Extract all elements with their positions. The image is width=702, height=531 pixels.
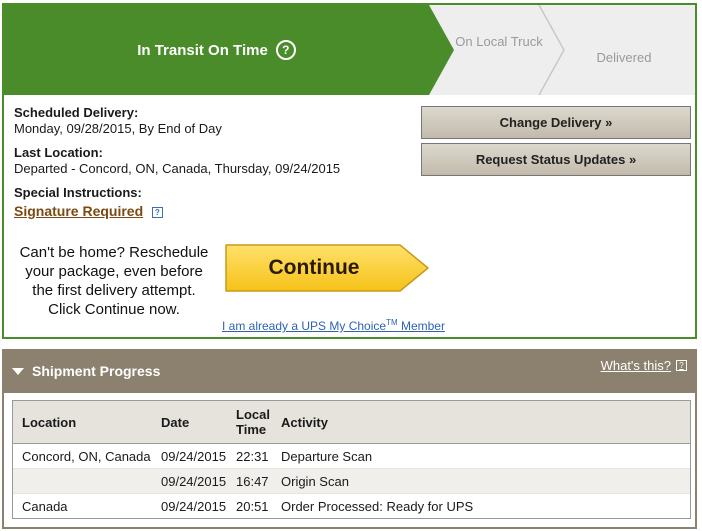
cell-activity: Departure Scan: [281, 448, 373, 464]
delivery-progress-bar: In Transit On Time ? On Local Truck Deli…: [4, 5, 695, 95]
table-row: Canada 09/24/2015 20:51 Order Processed:…: [13, 494, 690, 518]
continue-button[interactable]: Continue: [224, 243, 430, 293]
last-location-label: Last Location:: [14, 145, 103, 160]
column-date: Date: [161, 414, 190, 430]
table-header: Location Date Local Time Activity: [13, 401, 690, 444]
member-link-text-1: I am already a UPS My Choice: [222, 319, 387, 333]
ups-my-choice-member-link[interactable]: I am already a UPS My ChoiceTM Member: [222, 318, 445, 333]
info-icon[interactable]: ?: [151, 207, 163, 219]
member-link-text-2: Member: [397, 319, 445, 333]
help-icon[interactable]: ?: [275, 40, 296, 60]
shipment-progress-title[interactable]: Shipment Progress: [12, 363, 160, 379]
step-in-transit: In Transit On Time ?: [4, 5, 429, 95]
change-delivery-button[interactable]: Change Delivery »: [421, 106, 691, 139]
cell-time: 16:47: [236, 473, 269, 489]
last-location-value: Departed - Concord, ON, Canada, Thursday…: [14, 161, 341, 176]
step-in-transit-label: In Transit On Time: [137, 41, 268, 59]
cell-activity: Order Processed: Ready for UPS: [281, 498, 474, 514]
step-delivered: Delivered: [596, 50, 652, 65]
cell-location: Concord, ON, Canada: [22, 448, 151, 464]
request-status-updates-button[interactable]: Request Status Updates »: [421, 143, 691, 176]
shipment-progress-panel: Shipment Progress What's this? ? Locatio…: [2, 349, 697, 529]
shipment-progress-title-text: Shipment Progress: [32, 363, 161, 379]
step-on-local-truck: On Local Truck: [455, 34, 543, 49]
cell-time: 22:31: [236, 448, 269, 464]
column-activity: Activity: [281, 414, 328, 430]
special-instructions-label: Special Instructions:: [14, 185, 142, 200]
scheduled-delivery-label: Scheduled Delivery:: [14, 105, 139, 120]
cell-date: 09/24/2015: [161, 498, 227, 514]
shipment-progress-table: Location Date Local Time Activity Concor…: [12, 400, 691, 519]
delivery-details: Scheduled Delivery: Monday, 09/28/2015, …: [14, 105, 340, 220]
table-row: 09/24/2015 16:47 Origin Scan: [13, 469, 690, 494]
whats-this-text: What's this?: [600, 358, 671, 373]
table-row: Concord, ON, Canada 09/24/2015 22:31 Dep…: [13, 444, 690, 469]
shipment-progress-header[interactable]: Shipment Progress What's this? ?: [4, 349, 695, 393]
shipment-progress-body: Location Date Local Time Activity Concor…: [4, 393, 695, 527]
collapse-triangle-icon[interactable]: [12, 367, 24, 375]
cell-date: 09/24/2015: [161, 473, 227, 489]
column-location: Location: [22, 414, 77, 430]
info-icon: ?: [676, 360, 687, 371]
signature-required-link[interactable]: Signature Required: [14, 203, 143, 219]
cell-location: Canada: [22, 498, 68, 514]
cell-time: 20:51: [236, 498, 269, 514]
cell-activity: Origin Scan: [281, 473, 349, 489]
whats-this-link[interactable]: What's this? ?: [601, 358, 687, 373]
tracking-status-card: In Transit On Time ? On Local Truck Deli…: [2, 3, 697, 339]
cell-date: 09/24/2015: [161, 448, 227, 464]
column-local-time: Local Time: [236, 407, 270, 437]
scheduled-delivery-value: Monday, 09/28/2015, By End of Day: [14, 121, 222, 136]
continue-button-label: Continue: [268, 256, 360, 279]
reschedule-text: Can't be home? Reschedule your package, …: [19, 244, 209, 318]
member-link-tm: TM: [386, 318, 398, 327]
